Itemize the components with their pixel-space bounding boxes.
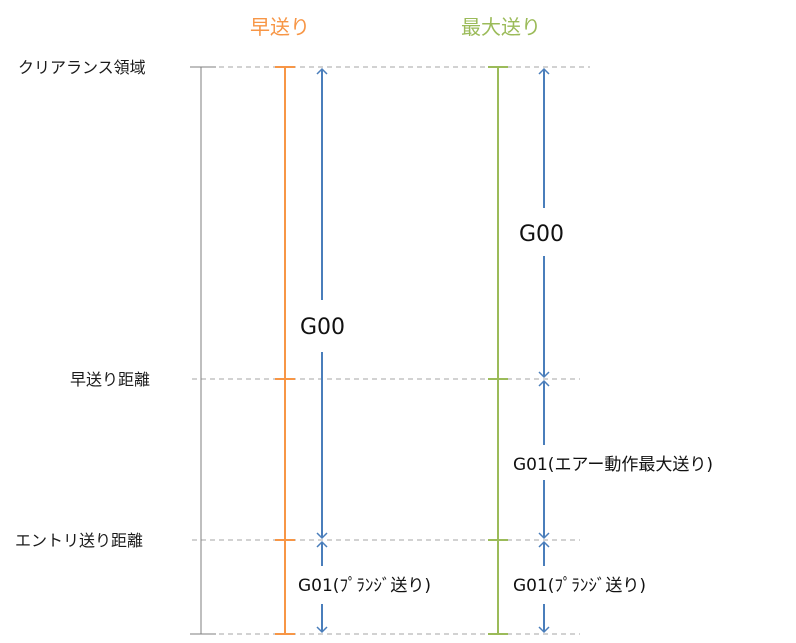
column-title-max: 最大送り <box>461 15 541 39</box>
level-label-clearance: クリアランス領域 <box>18 58 146 77</box>
level-label-rapid-distance: 早送り距離 <box>70 370 150 389</box>
segment-label-max-g01-air: G01(エアー動作最大送り) <box>513 455 713 475</box>
max-column-line <box>488 66 508 635</box>
feed-diagram: クリアランス領域 早送り距離 エントリ送り距離 早送り 最大送り G00 G01 <box>15 15 713 635</box>
column-title-rapid: 早送り <box>250 15 310 39</box>
segment-label-rapid-g01: G01(ﾌﾟﾗﾝｼﾞ送り) <box>298 576 431 596</box>
segment-label-rapid-g00: G00 <box>300 315 345 340</box>
segment-label-max-g00: G00 <box>519 222 564 247</box>
segment-label-max-g01: G01(ﾌﾟﾗﾝｼﾞ送り) <box>513 576 646 596</box>
rapid-column-line <box>275 66 295 635</box>
level-label-entry-distance: エントリ送り距離 <box>15 531 143 550</box>
